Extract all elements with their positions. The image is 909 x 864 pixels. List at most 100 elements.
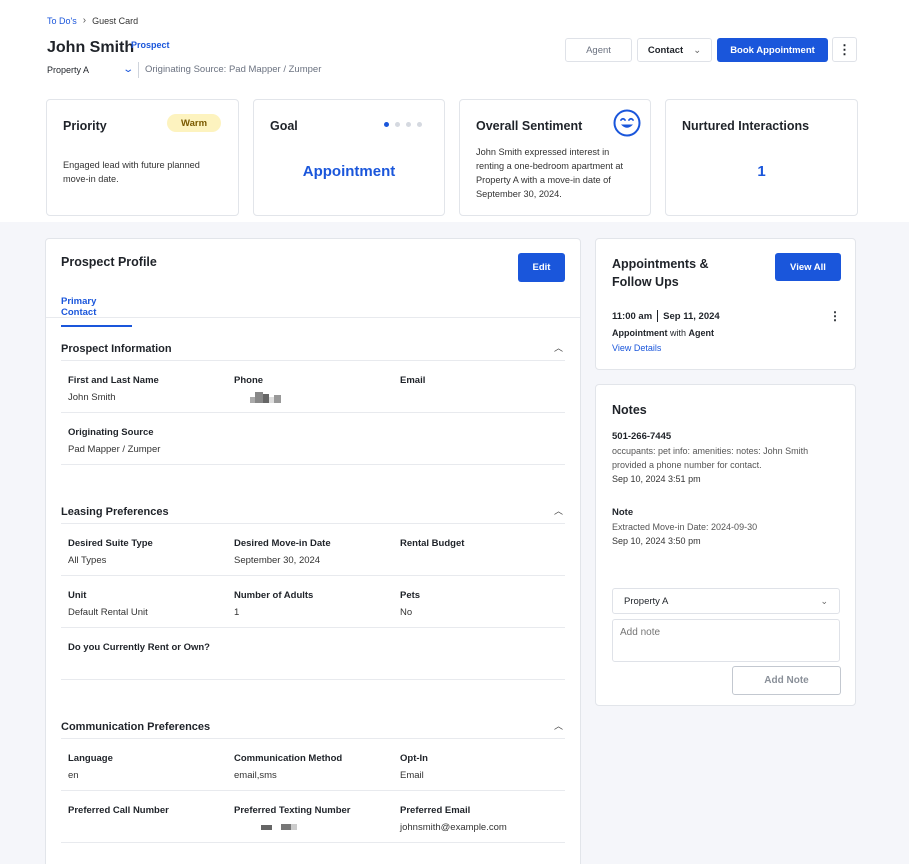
communication-method-field: Communication Method email,sms (234, 753, 342, 781)
field-row: Language en Communication Method email,s… (61, 739, 565, 791)
prospect-profile-card: Prospect Profile Edit Primary Contact Pr… (45, 238, 581, 864)
field-value: No (400, 607, 413, 618)
field-label: Email (400, 375, 426, 386)
section-header[interactable]: Communication Preferences ︿ (61, 717, 565, 739)
preferred-call-number-field: Preferred Call Number (68, 805, 169, 816)
priority-card: Priority Warm Engaged lead with future p… (46, 99, 239, 216)
appointment-datetime: 11:00 am Sep 11, 2024 (612, 310, 720, 322)
field-value: Email (400, 770, 424, 781)
breadcrumb-todos-link[interactable]: To Do's (47, 16, 77, 26)
field-value: Default Rental Unit (68, 607, 148, 618)
notes-title: Notes (612, 403, 647, 417)
sentiment-title: Overall Sentiment (476, 119, 583, 133)
breadcrumb-current: Guest Card (92, 15, 139, 26)
agent-button[interactable]: Agent (565, 38, 632, 62)
field-row: First and Last Name John Smith Phone Ema… (61, 361, 565, 413)
rent-or-own-field: Do you Currently Rent or Own? (68, 642, 210, 653)
view-all-button[interactable]: View All (775, 253, 841, 281)
field-label: Opt-In (400, 753, 428, 764)
field-value: Pad Mapper / Zumper (68, 444, 161, 455)
edit-button[interactable]: Edit (518, 253, 565, 282)
field-value: en (68, 770, 79, 781)
note-body: occupants: pet info: amenities: notes: J… (612, 446, 809, 470)
breadcrumb: To Do's › Guest Card (47, 15, 138, 26)
note-property-value: Property A (624, 595, 669, 607)
field-value: johnsmith@example.com (400, 822, 507, 833)
field-value: All Types (68, 555, 107, 566)
section-header[interactable]: Prospect Information ︿ (61, 339, 565, 361)
field-label: Communication Method (234, 753, 343, 764)
nurtured-card: Nurtured Interactions 1 (665, 99, 858, 216)
unit-field: Unit Default Rental Unit (68, 590, 148, 618)
section-header[interactable]: Leasing Preferences ︿ (61, 502, 565, 524)
note-heading: Note (612, 507, 634, 518)
field-row: Do you Currently Rent or Own? (61, 628, 565, 680)
nurtured-value: 1 (757, 163, 766, 180)
appointment-time: 11:00 am (612, 310, 653, 322)
chevron-up-icon[interactable]: ︿ (554, 341, 563, 354)
field-label: Desired Move-in Date (234, 538, 331, 549)
chevron-up-icon[interactable]: ︿ (554, 504, 563, 517)
opt-in-field: Opt-In Email (400, 753, 428, 781)
adults-field: Number of Adults 1 (234, 590, 313, 618)
field-label: Phone (234, 375, 264, 386)
move-in-date-field: Desired Move-in Date September 30, 2024 (234, 538, 331, 566)
pets-field: Pets No (400, 590, 420, 618)
prospect-information-section: Prospect Information ︿ First and Last Na… (61, 339, 565, 465)
field-label: Do you Currently Rent or Own? (68, 642, 210, 653)
field-label: Language (68, 753, 113, 764)
note-item: 501-266-7445 occupants: pet info: amenit… (612, 430, 841, 486)
property-select[interactable]: Property A ⌄ (47, 64, 134, 75)
book-appointment-button[interactable]: Book Appointment (717, 38, 828, 62)
preferred-email-field: Preferred Email johnsmith@example.com (400, 805, 507, 833)
texting-number-redacted (234, 822, 351, 833)
tab-primary-contact[interactable]: Primary Contact (61, 296, 132, 327)
status-tag: Prospect (131, 40, 170, 50)
more-options-icon[interactable]: ⋮ (832, 37, 857, 62)
field-label: Preferred Call Number (68, 805, 169, 816)
field-label: First and Last Name (68, 375, 159, 386)
appointments-title: Appointments & Follow Ups (612, 257, 709, 289)
field-value: September 30, 2024 (234, 555, 321, 566)
profile-title: Prospect Profile (61, 255, 157, 269)
appointment-date: Sep 11, 2024 (663, 310, 720, 322)
note-date: Sep 10, 2024 3:51 pm (612, 474, 701, 484)
more-vertical-icon[interactable]: ⋮ (829, 309, 841, 323)
contact-label: Contact (647, 44, 684, 56)
chevron-up-icon[interactable]: ︿ (554, 719, 563, 732)
add-note-input[interactable] (612, 619, 840, 662)
contact-dropdown-button[interactable]: Contact ⌄ (637, 38, 712, 62)
property-select-value: Property A (47, 64, 90, 75)
field-label: Pets (400, 590, 421, 601)
appointment-with: Agent (688, 328, 715, 338)
note-property-select[interactable]: Property A ⌄ (612, 588, 840, 614)
goal-value: Appointment (302, 163, 396, 180)
step-dot-1 (384, 122, 389, 127)
field-label: Originating Source (68, 427, 154, 438)
field-value: email,sms (234, 770, 277, 781)
chevron-right-icon: › (82, 15, 87, 26)
leasing-preferences-section: Leasing Preferences ︿ Desired Suite Type… (61, 502, 565, 680)
field-label: Preferred Texting Number (234, 805, 351, 816)
field-row: Unit Default Rental Unit Number of Adult… (61, 576, 565, 628)
note-date: Sep 10, 2024 3:50 pm (612, 536, 701, 546)
field-label: Unit (68, 590, 87, 601)
field-label: Number of Adults (234, 590, 314, 601)
field-row: Desired Suite Type All Types Desired Mov… (61, 524, 565, 576)
appointments-card: Appointments & Follow Ups View All 11:00… (595, 238, 856, 370)
field-row: Preferred Call Number Preferred Texting … (61, 791, 565, 843)
add-note-button[interactable]: Add Note (732, 666, 841, 695)
step-dot-4 (417, 122, 422, 127)
section-title: Prospect Information (61, 343, 172, 355)
email-field: Email (400, 375, 425, 386)
rental-budget-field: Rental Budget (400, 538, 464, 549)
suite-type-field: Desired Suite Type All Types (68, 538, 153, 566)
view-details-link[interactable]: View Details (612, 343, 661, 353)
note-heading: 501-266-7445 (612, 431, 672, 442)
originating-source-field: Originating Source Pad Mapper / Zumper (68, 427, 160, 455)
step-dot-2 (395, 122, 400, 127)
note-item: Note Extracted Move-in Date: 2024-09-30 … (612, 506, 841, 548)
tab-divider (46, 317, 580, 318)
preferred-texting-number-field: Preferred Texting Number (234, 805, 351, 833)
field-value: John Smith (68, 392, 116, 403)
